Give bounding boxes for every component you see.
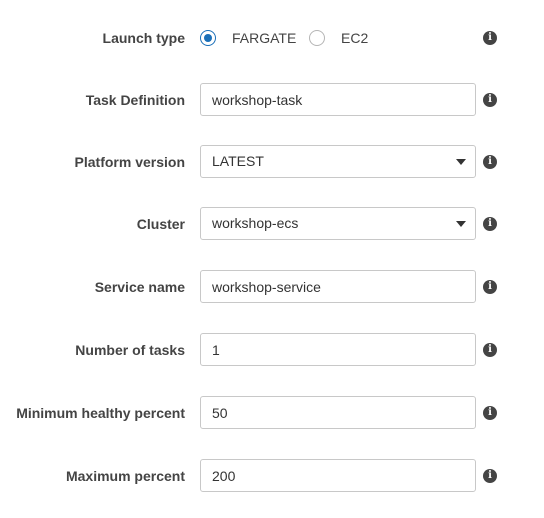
maximum-percent-row: Maximum percent i <box>0 459 544 493</box>
info-icon[interactable]: i <box>483 406 497 420</box>
service-name-label: Service name <box>94 279 185 295</box>
cluster-value: workshop-ecs <box>212 215 299 231</box>
number-of-tasks-label: Number of tasks <box>75 342 185 358</box>
platform-version-row: Platform version LATEST i <box>0 145 544 179</box>
launch-type-row: Launch type FARGATE EC2 i <box>0 21 544 55</box>
info-icon[interactable]: i <box>483 469 497 483</box>
info-icon[interactable]: i <box>483 155 497 169</box>
info-icon[interactable]: i <box>483 217 497 231</box>
create-service-form: Launch type FARGATE EC2 i Task Definitio… <box>0 0 544 518</box>
minimum-healthy-percent-row: Minimum healthy percent i <box>0 396 544 430</box>
maximum-percent-label: Maximum percent <box>65 468 185 484</box>
caret-down-icon <box>456 159 466 165</box>
number-of-tasks-input[interactable] <box>200 333 476 366</box>
launch-type-label: Launch type <box>102 30 185 46</box>
platform-version-value: LATEST <box>212 153 264 169</box>
caret-down-icon <box>456 221 466 227</box>
cluster-label: Cluster <box>136 216 185 232</box>
ec2-radio[interactable] <box>309 30 325 46</box>
task-definition-label: Task Definition <box>85 92 185 108</box>
cluster-select[interactable]: workshop-ecs <box>200 207 476 240</box>
fargate-radio[interactable] <box>200 30 216 46</box>
platform-version-label: Platform version <box>74 154 185 170</box>
maximum-percent-input[interactable] <box>200 459 476 492</box>
info-icon[interactable]: i <box>483 31 497 45</box>
minimum-healthy-percent-input[interactable] <box>200 396 476 429</box>
info-icon[interactable]: i <box>483 343 497 357</box>
task-definition-row: Task Definition i <box>0 83 544 117</box>
fargate-radio-label[interactable]: FARGATE <box>232 21 296 55</box>
ec2-radio-label[interactable]: EC2 <box>341 21 368 55</box>
info-icon[interactable]: i <box>483 93 497 107</box>
number-of-tasks-row: Number of tasks i <box>0 333 544 367</box>
info-icon[interactable]: i <box>483 280 497 294</box>
service-name-input[interactable] <box>200 270 476 303</box>
cluster-row: Cluster workshop-ecs i <box>0 207 544 241</box>
task-definition-input[interactable] <box>200 83 476 116</box>
service-name-row: Service name i <box>0 270 544 304</box>
platform-version-select[interactable]: LATEST <box>200 145 476 178</box>
minimum-healthy-percent-label: Minimum healthy percent <box>16 405 185 421</box>
